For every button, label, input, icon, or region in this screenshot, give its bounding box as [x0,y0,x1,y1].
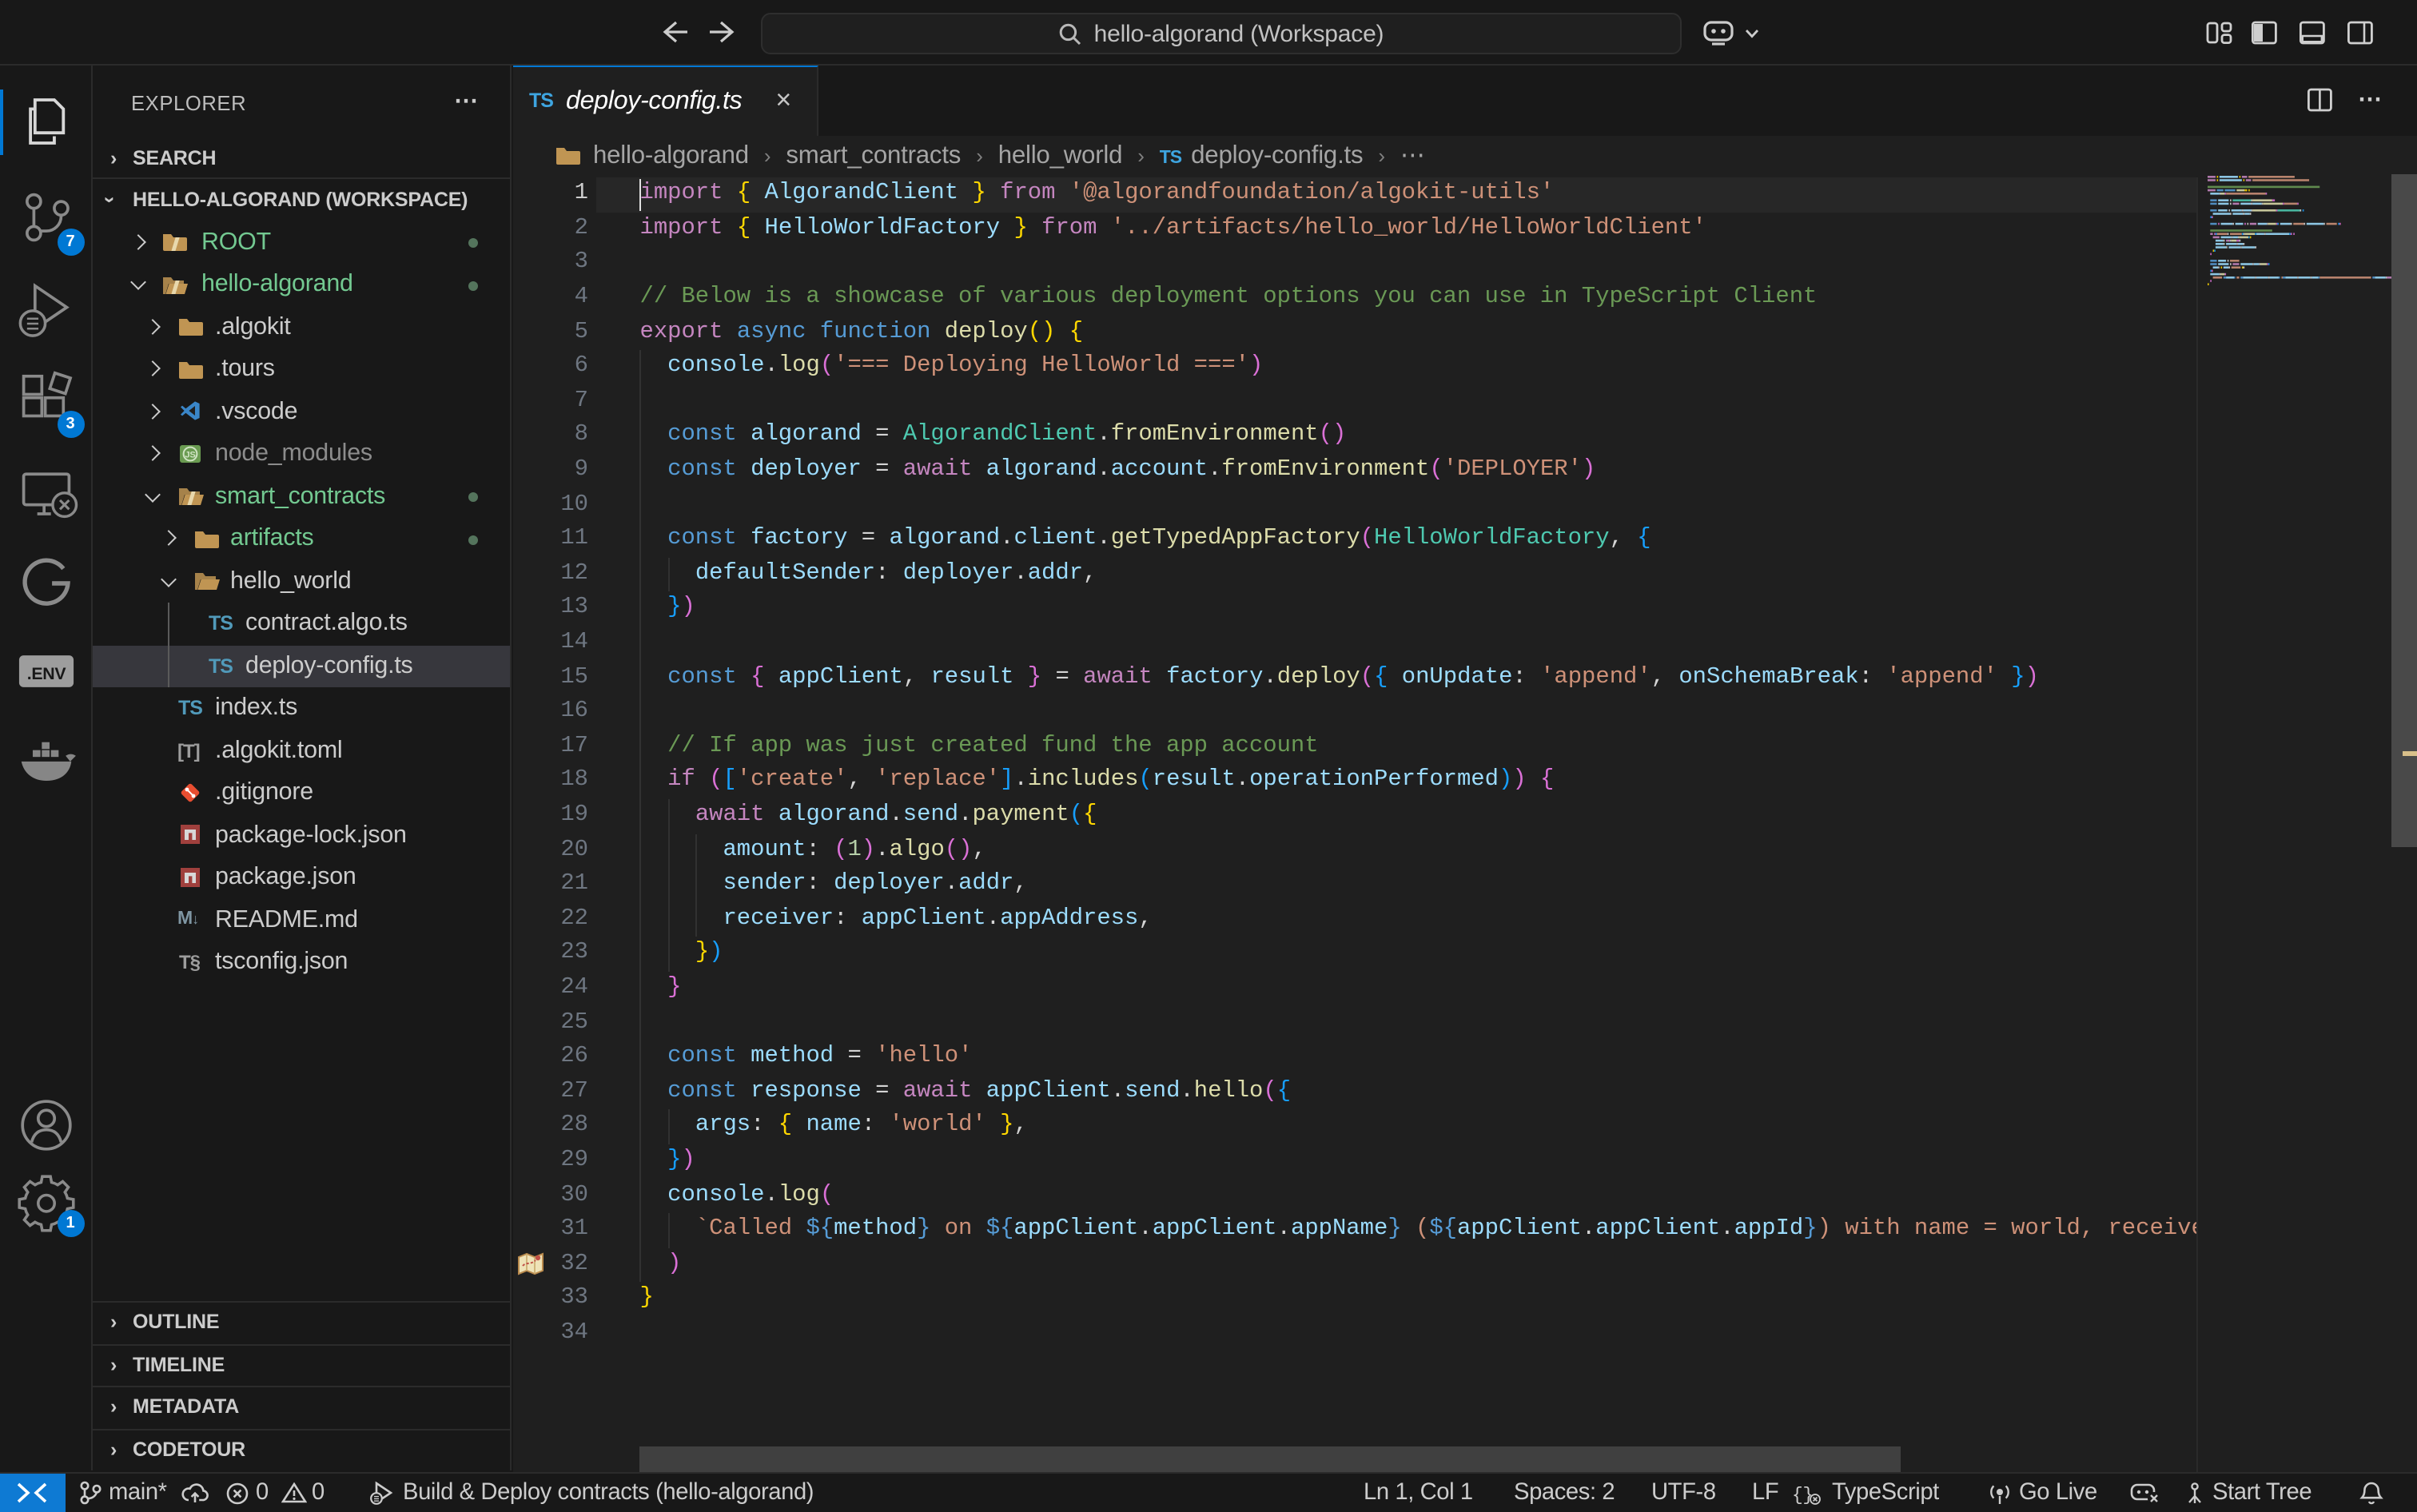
svg-text:{}: {} [1792,1484,1814,1505]
svg-text:.ENV: .ENV [26,664,66,683]
